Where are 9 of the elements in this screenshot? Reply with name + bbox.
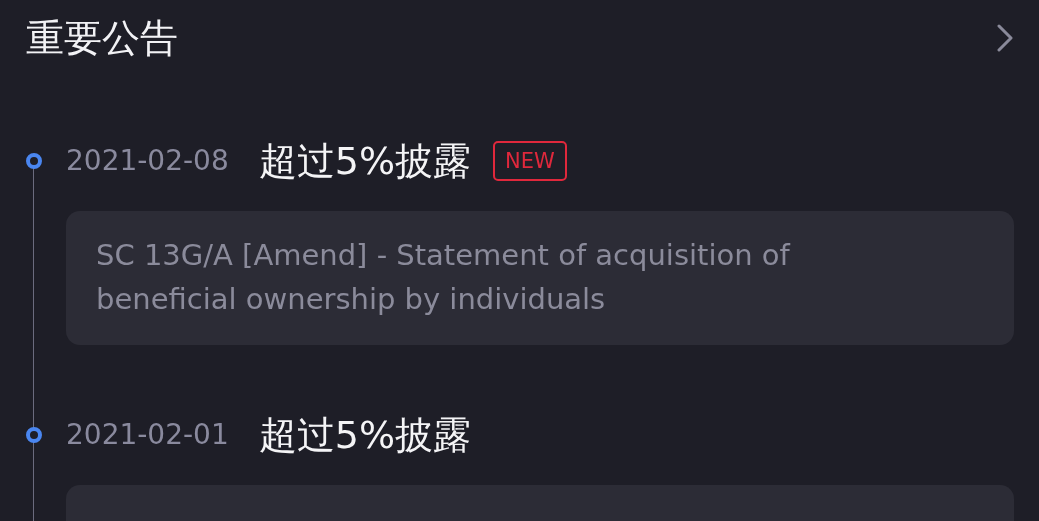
announcement-text: SC 13G/A [Amend] - Statement of acquisition of beneficial ownership by individuals: [96, 237, 792, 318]
entry-title[interactable]: 超过5%披露: [258, 132, 472, 190]
date-text: 2021-02-01: [66, 417, 229, 453]
new-badge: NEW: [493, 141, 567, 181]
announcement-card[interactable]: SC 13G/A [Amend] - Statement of acquisition of beneficial ownership by individuals: [66, 211, 1014, 345]
section-title: 重要公告: [26, 18, 178, 57]
date-text: 2021-02-08: [66, 143, 229, 179]
entry-title[interactable]: 超过5%披露: [258, 406, 472, 464]
chevron-right-icon[interactable]: [997, 23, 1013, 52]
